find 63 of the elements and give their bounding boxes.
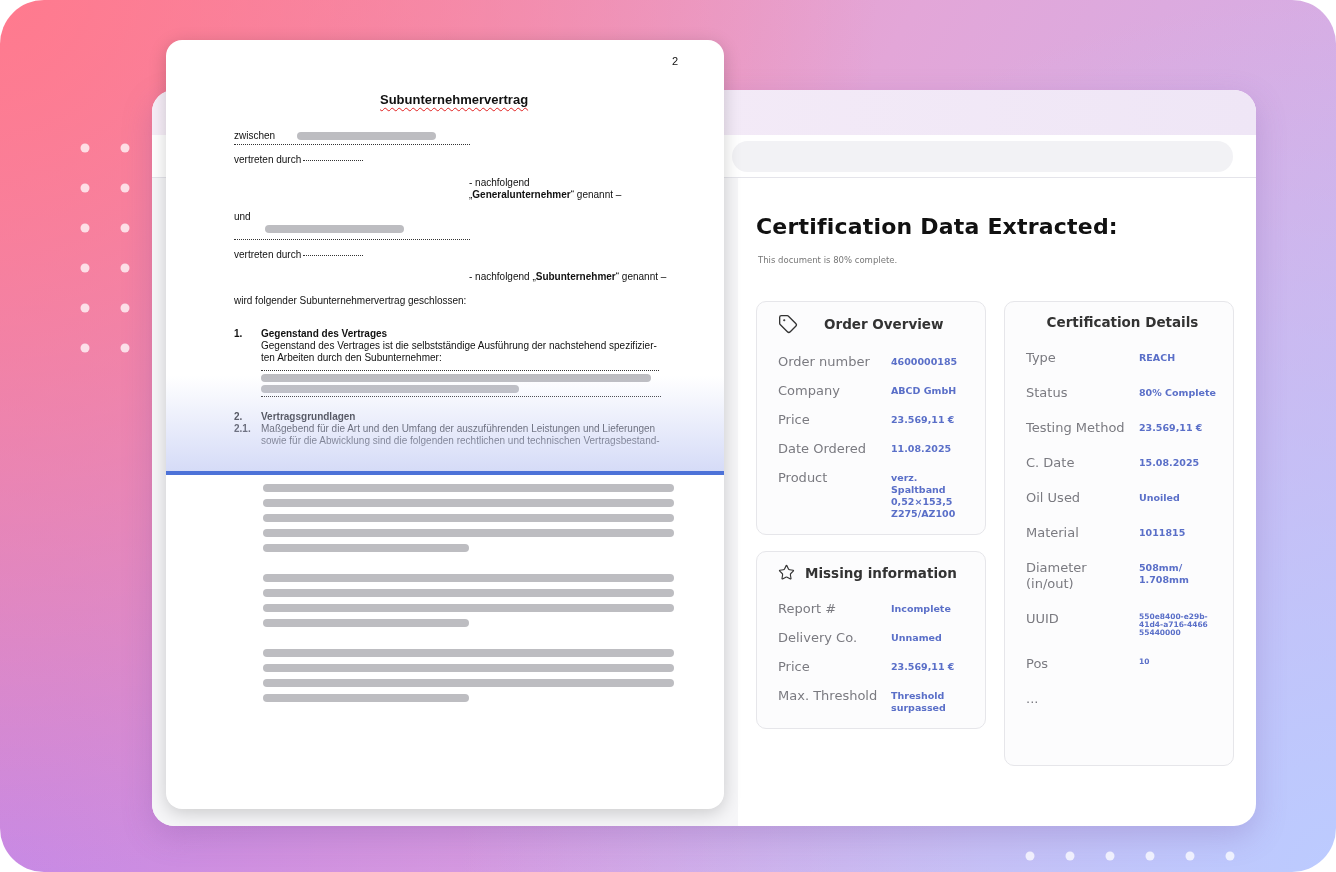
field-value: Incomplete [891,602,952,615]
field-value: REACH [1139,351,1177,364]
field-value: 80% Complete [1139,386,1217,399]
fill-in-line [303,254,364,256]
panel-title: Certification Data Extracted: [756,214,1119,239]
document-text: wird folgender Subunternehmervertrag geschlossen: [234,295,467,307]
field-value: Threshold surpassed [891,689,947,714]
field-label: Date Ordered [778,441,868,457]
field-label: Price [778,659,811,675]
panel-subtitle: This document is 80% complete. [758,255,899,265]
section-number: 1. [234,328,244,340]
document-text: ten Arbeiten durch den Subunternehmer: [261,352,442,363]
field-value: 23.569,11 € [891,660,956,673]
star-icon [778,564,795,581]
field-value: 1011815 [1139,526,1187,539]
field-value: Unnamed [891,631,943,644]
field-label: Testing Method [1026,420,1126,436]
document-text: zwischen [234,130,276,142]
field-label: Pos [1026,656,1050,672]
field-value: 508mm/ 1.708mm [1139,561,1190,586]
page-number: 2 [671,55,678,67]
section-heading: Vertragsgrundlagen [261,411,357,423]
field-label: Material [1026,525,1080,541]
document-text: „Generalunternehmer“ genannt – [469,189,622,201]
section-number: 2. [234,411,244,423]
field-value: verz. Spaltband 0,52×153,5 Z275/AZ100 [891,471,957,520]
field-value: 11.08.2025 [891,442,953,455]
field-label: Max. Threshold [778,688,879,704]
field-value: 15.08.2025 [1139,456,1201,469]
document-text: vertreten durch [234,249,302,261]
document-text: - nachfolgend [469,177,530,189]
section-heading: Gegenstand des Vertrages [261,328,389,340]
document-text: sowie für die Abwicklung sind die folgenden rechtlichen und technischen Vertragsbestand- [261,435,660,446]
field-value: 23.569,11 € [891,413,956,426]
field-label: Diameter (in/out) [1026,560,1088,592]
field-value: Unoiled [1139,491,1181,504]
document-text: Maßgebend für die Art und den Umfang der auszuführenden Leistungen und Lieferungen [261,423,656,434]
field-label: Product [778,470,829,486]
document-text: Gegenstand des Vertrages ist die selbstständige Ausführung der nachstehend spezifizier- [261,340,657,351]
card-title: Certification Details [1046,314,1199,330]
field-label: Price [778,412,811,428]
document-text: und [234,211,251,223]
field-value: 4600000185 [891,355,959,368]
document-text: vertreten durch [234,154,302,166]
field-label: Company [778,383,841,399]
field-label: Order number [778,354,871,370]
section-number: 2.1. [234,423,252,436]
field-value: ABCD GmbH [891,384,958,397]
field-label: Type [1026,350,1057,366]
document-text: - nachfolgend „Subunternehmer“ genannt – [469,271,667,283]
field-value: 23.569,11 € [1139,421,1204,434]
document-title: Subunternehmervertrag [380,94,529,106]
field-label: C. Date [1026,455,1076,471]
field-label: Delivery Co. [778,630,859,646]
field-label: Status [1026,385,1069,401]
field-label: Report # [778,601,838,617]
fill-in-line [303,159,364,161]
tag-icon [778,314,798,334]
field-label: ... [1026,691,1040,707]
field-label: UUID [1026,611,1060,627]
card-title: Missing information [805,564,957,581]
field-label: Oil Used [1026,490,1082,506]
card-title: Order Overview [824,316,944,332]
